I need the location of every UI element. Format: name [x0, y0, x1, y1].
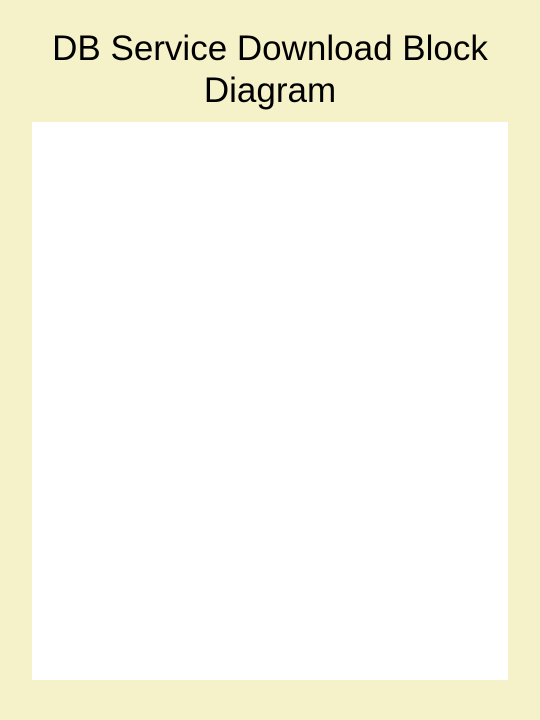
- slide-title: DB Service Download Block Diagram: [0, 0, 540, 112]
- diagram-content-area: [32, 122, 508, 680]
- title-line-2: Diagram: [204, 71, 336, 110]
- title-line-1: DB Service Download Block: [52, 29, 488, 68]
